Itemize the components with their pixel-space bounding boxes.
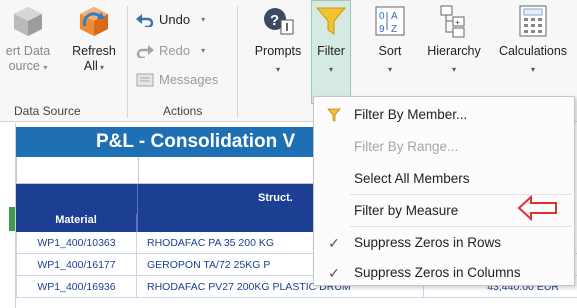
- red-arrow-annotation-icon: [517, 195, 557, 221]
- chevron-down-icon: ▾: [530, 65, 535, 74]
- svg-text:?: ?: [270, 12, 279, 29]
- material-cell[interactable]: WP1_400/16177: [16, 254, 137, 276]
- refresh-label: Refresh: [72, 44, 116, 58]
- menu-item-filter-by-range[interactable]: Filter By Range...: [314, 131, 574, 163]
- filter-label: Filter: [317, 44, 345, 58]
- funnel-icon: [324, 99, 344, 133]
- svg-text:9: 9: [379, 24, 385, 35]
- cube-icon: [14, 7, 42, 36]
- cell-divider: [138, 157, 139, 184]
- prompts-label: Prompts: [254, 44, 302, 58]
- redo-button[interactable]: Redo ▾: [136, 43, 205, 58]
- sort-label: Sort: [378, 44, 402, 58]
- group-divider: [237, 6, 238, 118]
- insert-data-label: ert Data: [5, 44, 51, 58]
- chevron-down-icon: ▾: [328, 65, 333, 74]
- checkmark-icon: ✓: [328, 265, 340, 281]
- selection-marker: [9, 207, 15, 231]
- redo-label: Redo: [159, 43, 191, 58]
- menu-item-label: Filter By Member...: [354, 107, 468, 122]
- group-divider: [127, 6, 128, 118]
- actions-group-label: Actions: [163, 104, 203, 118]
- filter-button[interactable]: Filter ▾: [311, 4, 351, 77]
- menu-item-label: Filter by Measure: [354, 203, 459, 218]
- refresh-label-2: All: [83, 59, 98, 73]
- svg-text:A: A: [391, 11, 398, 22]
- undo-icon: [136, 13, 154, 27]
- menu-item-label: Select All Members: [354, 171, 470, 186]
- material-cell[interactable]: WP1_400/16936: [16, 276, 137, 298]
- menu-item-suppress-zeros-columns[interactable]: ✓ Suppress Zeros in Columns: [314, 257, 574, 289]
- svg-text:Z: Z: [391, 24, 397, 35]
- checkmark-icon: ✓: [328, 235, 340, 251]
- funnel-icon: [315, 7, 347, 35]
- insert-data-label-2: ource: [8, 59, 40, 73]
- header-material: Material: [16, 214, 137, 232]
- undo-button[interactable]: Undo ▾: [136, 12, 205, 27]
- messages-button[interactable]: Messages: [136, 72, 218, 87]
- menu-item-label: Suppress Zeros in Rows: [354, 235, 502, 250]
- svg-text:+: +: [455, 18, 460, 27]
- hierarchy-button[interactable]: + Hierarchy ▾: [420, 4, 488, 77]
- prompts-icon: ?: [264, 8, 294, 35]
- chevron-down-icon: ▾: [97, 63, 105, 72]
- chevron-down-icon: ▾: [43, 63, 48, 72]
- menu-item-label: Suppress Zeros in Columns: [354, 265, 521, 280]
- menu-item-suppress-zeros-rows[interactable]: ✓ Suppress Zeros in Rows: [314, 227, 574, 259]
- header-struct: Struct.: [258, 192, 293, 204]
- chevron-down-icon: ▾: [387, 65, 392, 74]
- description-cell[interactable]: RHODAFAC PA 35 200 KG: [147, 232, 274, 254]
- chevron-down-icon: ▾: [275, 65, 280, 74]
- undo-label: Undo: [159, 12, 191, 27]
- cell-divider: [137, 184, 138, 232]
- redo-icon: [136, 44, 154, 58]
- chevron-down-icon: ▾: [451, 65, 456, 74]
- hierarchy-icon: +: [440, 5, 465, 38]
- calculations-label: Calculations: [498, 44, 568, 58]
- description-cell[interactable]: GEROPON TA/72 25KG P: [147, 254, 270, 276]
- menu-item-label: Filter By Range...: [354, 139, 459, 154]
- table-header: Material Struct.: [16, 184, 316, 232]
- refresh-cube-icon: [80, 7, 108, 36]
- calculator-icon: [519, 5, 547, 37]
- sort-button[interactable]: 0 A 9 Z Sort ▾: [368, 4, 412, 77]
- sort-icon: 0 A 9 Z: [375, 6, 405, 36]
- insert-data-source-button[interactable]: ert Data ource ▾: [0, 4, 60, 75]
- filter-dropdown-menu: Filter By Member... Filter By Range... S…: [313, 96, 575, 286]
- hierarchy-label: Hierarchy: [427, 44, 481, 58]
- menu-item-filter-by-member[interactable]: Filter By Member...: [314, 99, 574, 131]
- material-cell[interactable]: WP1_400/10363: [16, 232, 137, 254]
- messages-icon: [136, 73, 154, 86]
- chevron-down-icon: ▾: [201, 46, 206, 55]
- data-source-group-label: Data Source: [14, 104, 81, 118]
- messages-label: Messages: [159, 72, 219, 87]
- menu-item-select-all-members[interactable]: Select All Members: [314, 163, 574, 195]
- calculations-button[interactable]: Calculations ▾: [492, 4, 574, 77]
- svg-text:0: 0: [379, 11, 385, 22]
- chevron-down-icon: ▾: [201, 15, 206, 24]
- prompts-button[interactable]: ? Prompts ▾: [246, 4, 310, 77]
- refresh-all-button[interactable]: Refresh All ▾: [66, 4, 122, 75]
